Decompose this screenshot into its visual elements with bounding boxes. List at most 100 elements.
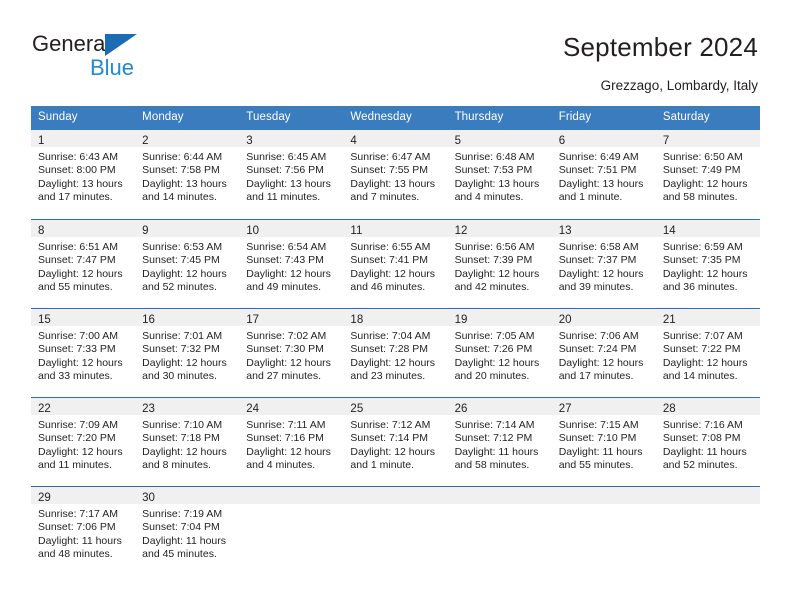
calendar-day-cell-empty — [447, 486, 552, 575]
sunrise-text: Sunrise: 6:48 AM — [454, 151, 535, 163]
day-number: 2 — [142, 135, 149, 147]
day-number: 22 — [38, 403, 51, 415]
daylight-text-line1: Daylight: 13 hours — [142, 177, 227, 190]
calendar-day-cell[interactable]: 13 Sunrise: 6:58 AM Sunset: 7:37 PM Dayligh… — [551, 219, 656, 308]
calendar-day-cell[interactable]: 22 Sunrise: 7:09 AM Sunset: 7:20 PM Dayligh… — [31, 397, 136, 486]
calendar-day-cell[interactable]: 8 Sunrise: 6:51 AM Sunset: 7:47 PM Daylight… — [31, 219, 136, 308]
daylight-text-line1: Daylight: 11 hours — [38, 534, 122, 547]
day-details: Sunrise: 6:54 AM Sunset: 7:43 PM Daylight:… — [239, 237, 343, 295]
calendar-day-cell[interactable]: 3 Sunrise: 6:45 AM Sunset: 7:56 PM Daylight… — [239, 130, 344, 219]
day-number: 30 — [142, 492, 155, 504]
calendar-day-cell[interactable]: 27 Sunrise: 7:15 AM Sunset: 7:10 PM Dayligh… — [551, 397, 656, 486]
sunrise-text: Sunrise: 6:54 AM — [246, 241, 327, 253]
daylight-text-line1: Daylight: 12 hours — [558, 356, 644, 369]
calendar-day-cell[interactable]: 11 Sunrise: 6:55 AM Sunset: 7:41 PM Dayligh… — [343, 219, 448, 308]
sunset-text: Sunset: 7:28 PM — [350, 343, 429, 356]
day-number-band: 16 — [135, 309, 240, 326]
daylight-text-line1: Daylight: 12 hours — [350, 356, 436, 369]
day-details: Sunrise: 6:43 AM Sunset: 8:00 PM Daylight:… — [31, 147, 135, 205]
day-number: 3 — [246, 135, 253, 147]
daylight-text-line1: Daylight: 12 hours — [454, 267, 540, 280]
calendar-day-cell[interactable]: 9 Sunrise: 6:53 AM Sunset: 7:45 PM Daylight… — [135, 219, 240, 308]
calendar-day-cell[interactable]: 17 Sunrise: 7:02 AM Sunset: 7:30 PM Dayligh… — [239, 308, 344, 397]
day-details: Sunrise: 7:00 AM Sunset: 7:33 PM Daylight:… — [31, 326, 135, 384]
day-number: 15 — [38, 314, 51, 326]
daylight-text-line2: and 33 minutes. — [38, 370, 113, 383]
daylight-text-line1: Daylight: 11 hours — [454, 445, 539, 458]
calendar-day-cell[interactable]: 18 Sunrise: 7:04 AM Sunset: 7:28 PM Dayligh… — [343, 308, 448, 397]
day-details: Sunrise: 6:55 AM Sunset: 7:41 PM Daylight:… — [343, 237, 447, 295]
daylight-text-line2: and 11 minutes. — [38, 459, 112, 472]
calendar-day-cell[interactable]: 6 Sunrise: 6:49 AM Sunset: 7:51 PM Daylight… — [551, 130, 656, 219]
day-details: Sunrise: 7:14 AM Sunset: 7:12 PM Daylight:… — [448, 415, 552, 473]
sunrise-text: Sunrise: 6:59 AM — [662, 241, 743, 253]
calendar-day-cell[interactable]: 26 Sunrise: 7:14 AM Sunset: 7:12 PM Dayligh… — [447, 397, 552, 486]
daylight-text-line2: and 55 minutes. — [38, 281, 113, 294]
calendar-day-cell[interactable]: 19 Sunrise: 7:05 AM Sunset: 7:26 PM Dayligh… — [447, 308, 552, 397]
sunset-text: Sunset: 7:20 PM — [38, 432, 116, 445]
sunset-text: Sunset: 7:16 PM — [246, 432, 324, 445]
daylight-text-line2: and 58 minutes. — [454, 459, 530, 472]
daylight-text-line2: and 1 minute. — [350, 459, 415, 472]
daylight-text-line1: Daylight: 12 hours — [662, 177, 748, 190]
day-number-band: 14 — [655, 220, 760, 237]
calendar-day-cell[interactable]: 25 Sunrise: 7:12 AM Sunset: 7:14 PM Dayligh… — [343, 397, 448, 486]
calendar-day-cell[interactable]: 23 Sunrise: 7:10 AM Sunset: 7:18 PM Dayligh… — [135, 397, 240, 486]
sunrise-text: Sunrise: 7:16 AM — [662, 419, 743, 431]
calendar-day-cell[interactable]: 10 Sunrise: 6:54 AM Sunset: 7:43 PM Dayligh… — [239, 219, 344, 308]
day-number-band: 8 — [31, 220, 136, 237]
day-number: 7 — [662, 135, 670, 147]
calendar-day-cell[interactable]: 1 Sunrise: 6:43 AM Sunset: 8:00 PM Daylight… — [31, 130, 136, 219]
sunset-text: Sunset: 7:55 PM — [350, 164, 429, 177]
calendar-day-cell[interactable]: 21 Sunrise: 7:07 AM Sunset: 7:22 PM Dayligh… — [655, 308, 760, 397]
calendar-day-cell[interactable]: 5 Sunrise: 6:48 AM Sunset: 7:53 PM Daylight… — [447, 130, 552, 219]
calendar-day-cell-empty — [551, 486, 656, 575]
daylight-text-line2: and 42 minutes. — [454, 281, 530, 294]
calendar-day-cell[interactable]: 29 Sunrise: 7:17 AM Sunset: 7:06 PM Dayligh… — [31, 486, 136, 575]
calendar-day-cell[interactable]: 7 Sunrise: 6:50 AM Sunset: 7:49 PM Daylight… — [655, 130, 760, 219]
daylight-text-line1: Daylight: 12 hours — [662, 356, 748, 369]
logo-text-general: General — [32, 31, 111, 56]
day-number-band: 11 — [343, 220, 448, 237]
generalblue-logo[interactable]: General Blue — [32, 32, 212, 84]
daylight-text-line2: and 4 minutes. — [454, 191, 524, 204]
daylight-text-line1: Daylight: 12 hours — [454, 356, 540, 369]
day-details: Sunrise: 7:05 AM Sunset: 7:26 PM Daylight:… — [448, 326, 552, 384]
calendar-day-cell[interactable]: 12 Sunrise: 6:56 AM Sunset: 7:39 PM Dayligh… — [447, 219, 552, 308]
calendar-page: General Blue September 2024 Grezzago, Lo… — [0, 0, 792, 612]
calendar-day-cell[interactable]: 20 Sunrise: 7:06 AM Sunset: 7:24 PM Dayligh… — [551, 308, 656, 397]
calendar-week-row: 22 Sunrise: 7:09 AM Sunset: 7:20 PM Dayligh… — [31, 397, 760, 486]
sunrise-text: Sunrise: 6:50 AM — [662, 151, 743, 163]
calendar-day-cell[interactable]: 4 Sunrise: 6:47 AM Sunset: 7:55 PM Daylight… — [343, 130, 448, 219]
weekday-friday: Friday — [558, 111, 592, 123]
day-number-band: 13 — [551, 220, 656, 237]
daylight-text-line2: and 11 minutes. — [246, 191, 321, 204]
day-number: 12 — [454, 225, 468, 237]
daylight-text-line1: Daylight: 12 hours — [246, 445, 331, 458]
day-number-band: 7 — [655, 130, 760, 147]
day-details: Sunrise: 6:56 AM Sunset: 7:39 PM Daylight:… — [448, 237, 552, 295]
calendar-week-row: 8 Sunrise: 6:51 AM Sunset: 7:47 PM Daylight… — [31, 219, 760, 308]
calendar-day-cell[interactable]: 16 Sunrise: 7:01 AM Sunset: 7:32 PM Dayligh… — [135, 308, 240, 397]
sunrise-text: Sunrise: 7:10 AM — [142, 419, 223, 431]
day-details: Sunrise: 7:10 AM Sunset: 7:18 PM Daylight:… — [135, 415, 239, 473]
sunrise-text: Sunrise: 7:12 AM — [350, 419, 431, 431]
calendar-day-cell[interactable]: 14 Sunrise: 6:59 AM Sunset: 7:35 PM Dayligh… — [655, 219, 760, 308]
calendar-grid: Sunday Monday Tuesday Wednesday Thursday… — [31, 106, 760, 575]
calendar-day-cell[interactable]: 24 Sunrise: 7:11 AM Sunset: 7:16 PM Dayligh… — [239, 397, 344, 486]
sunrise-text: Sunrise: 6:53 AM — [142, 241, 223, 253]
daylight-text-line2: and 39 minutes. — [558, 281, 634, 294]
calendar-day-cell[interactable]: 2 Sunrise: 6:44 AM Sunset: 7:58 PM Daylight… — [135, 130, 240, 219]
day-number-band: 4 — [343, 130, 448, 147]
daylight-text-line2: and 20 minutes. — [454, 370, 530, 383]
calendar-day-cell[interactable]: 30 Sunrise: 7:19 AM Sunset: 7:04 PM Dayligh… — [135, 486, 240, 575]
day-details: Sunrise: 6:49 AM Sunset: 7:51 PM Daylight:… — [552, 147, 656, 205]
daylight-text-line2: and 55 minutes. — [558, 459, 634, 472]
calendar-day-cell[interactable]: 15 Sunrise: 7:00 AM Sunset: 7:33 PM Dayligh… — [31, 308, 136, 397]
sunset-text: Sunset: 7:10 PM — [558, 432, 637, 445]
weekday-tuesday: Tuesday — [246, 111, 291, 123]
daylight-text-line1: Daylight: 13 hours — [350, 177, 436, 190]
sunset-text: Sunset: 7:33 PM — [38, 343, 116, 356]
calendar-day-cell[interactable]: 28 Sunrise: 7:16 AM Sunset: 7:08 PM Dayligh… — [655, 397, 760, 486]
day-number: 25 — [350, 403, 364, 415]
